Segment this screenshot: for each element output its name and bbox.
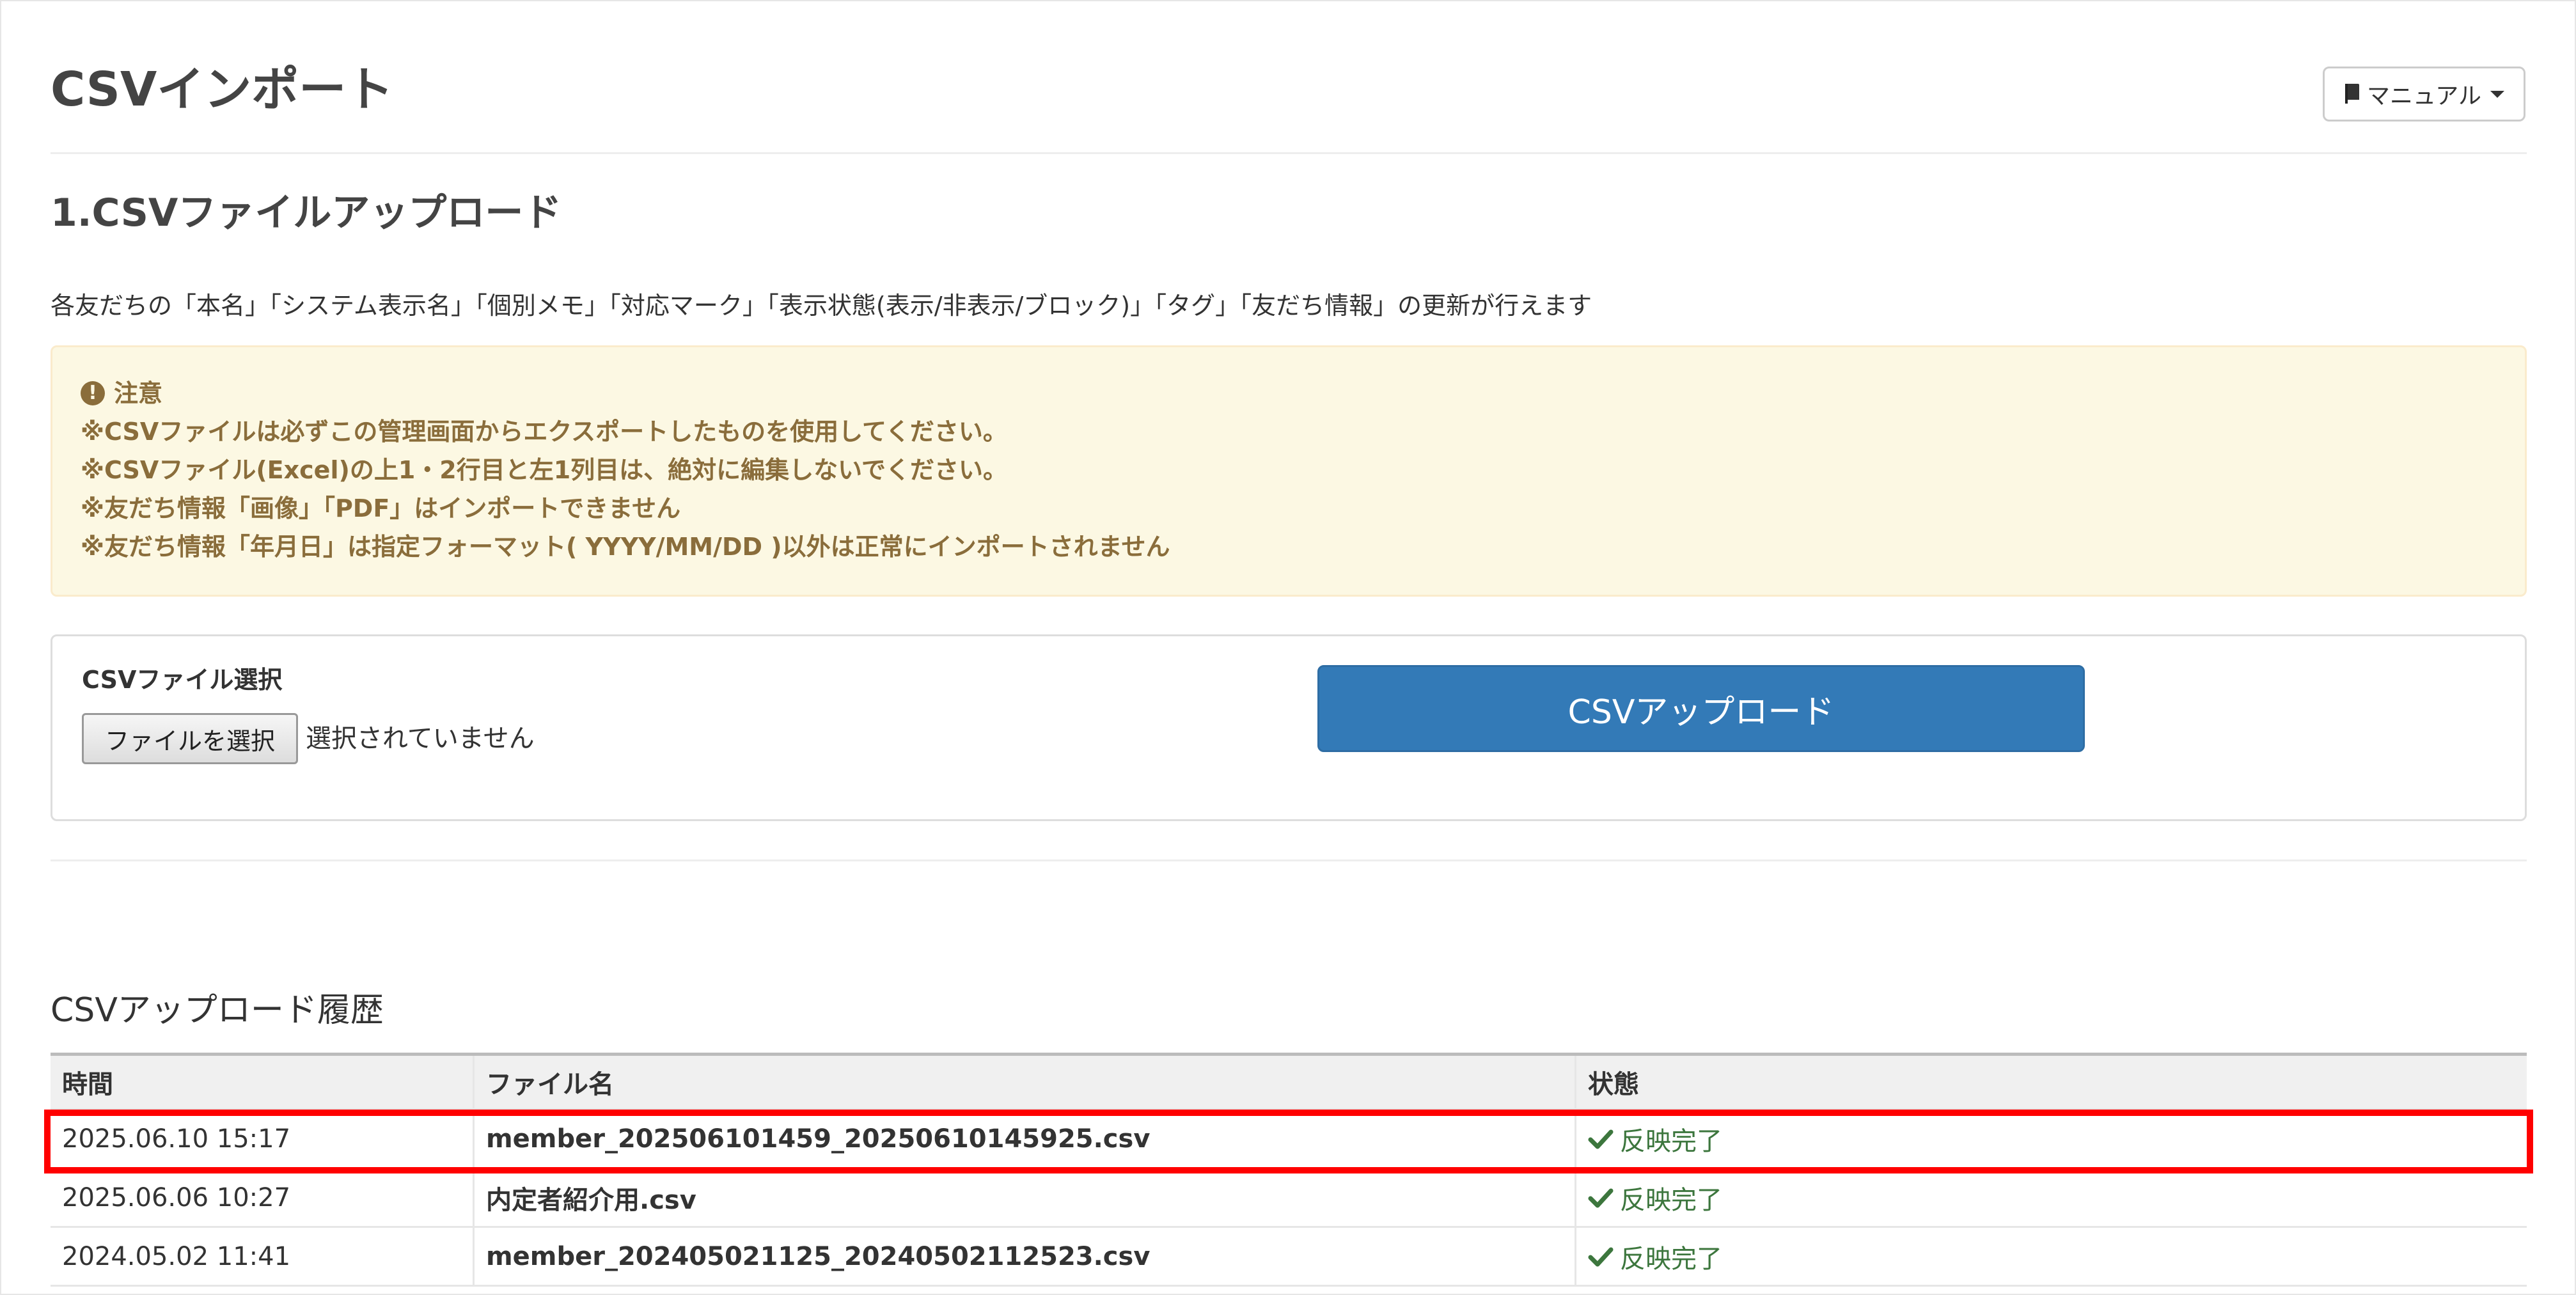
notice-line: ※CSVファイル(Excel)の上1・2行目と左1列目は、絶対に編集しないでくだ… [81,456,1008,484]
upload-panel: CSVファイル選択 ファイルを選択 選択されていません CSVアップロード [51,634,2527,821]
table-row: 2025.06.06 10:27 内定者紹介用.csv 反映完了 [51,1169,2527,1228]
table-row: 2024.05.02 11:41 member_202405021125_202… [51,1228,2527,1287]
notice-line: ※友だち情報「画像」「PDF」はインポートできません [81,494,681,522]
file-status-text: 選択されていません [306,724,535,753]
table-header-row: 時間 ファイル名 状態 [51,1053,2527,1110]
manual-label: マニュアル [2367,83,2481,109]
notice-heading: 注意 [114,379,163,407]
row-status: 反映完了 [1575,1169,2527,1226]
section-title: 1.CSVファイルアップロード [51,191,562,235]
row-status-label: 反映完了 [1620,1126,1722,1156]
column-header-status: 状態 [1575,1056,2527,1108]
notice-line: ※CSVファイルは必ずこの管理画面からエクスポートしたものを使用してください。 [81,418,1007,446]
row-status: 反映完了 [1575,1110,2527,1167]
page-title: CSVインポート [51,62,394,117]
notice-line: ※友だち情報「年月日」は指定フォーマット( YYYY/MM/DD )以外は正常に… [81,533,1170,561]
file-select-label: CSVファイル選択 [82,666,283,694]
row-status-label: 反映完了 [1620,1244,1722,1274]
row-time: 2025.06.10 15:17 [62,1124,291,1154]
row-filename: 内定者紹介用.csv [473,1169,1575,1226]
column-header-filename: ファイル名 [473,1056,1575,1108]
table-row: 2025.06.10 15:17 member_202506101459_202… [51,1110,2527,1169]
book-icon [2345,84,2360,104]
row-status-label: 反映完了 [1620,1185,1722,1215]
choose-file-button[interactable]: ファイルを選択 [82,713,298,764]
section-description: 各友だちの「本名」「システム表示名」「個別メモ」「対応マーク」「表示状態(表示/… [51,292,1592,320]
history-table: 時間 ファイル名 状態 2025.06.10 15:17 member_2025… [44,1053,2533,1287]
row-filename: member_202405021125_20240502112523.csv [473,1228,1575,1285]
row-time: 2024.05.02 11:41 [62,1241,291,1271]
csv-upload-button[interactable]: CSVアップロード [1317,665,2085,752]
notice-heading-line: ! 注意 [81,374,2525,412]
row-time: 2025.06.06 10:27 [62,1182,291,1213]
history-title: CSVアップロード履歴 [51,991,384,1030]
notice-alert: ! 注意 ※CSVファイルは必ずこの管理画面からエクスポートしたものを使用してく… [51,345,2527,597]
caret-down-icon [2490,90,2504,98]
divider [51,859,2527,861]
column-header-time: 時間 [62,1070,113,1099]
exclamation-circle-icon: ! [81,381,105,405]
page-frame: CSVインポート マニュアル 1.CSVファイルアップロード 各友だちの「本名」… [0,0,2576,1295]
divider [51,152,2527,154]
check-icon [1588,1247,1614,1266]
row-filename: member_202506101459_20250610145925.csv [473,1110,1575,1167]
row-status: 反映完了 [1575,1228,2527,1285]
manual-dropdown-button[interactable]: マニュアル [2323,67,2525,122]
check-icon [1588,1188,1614,1207]
check-icon [1588,1129,1614,1149]
